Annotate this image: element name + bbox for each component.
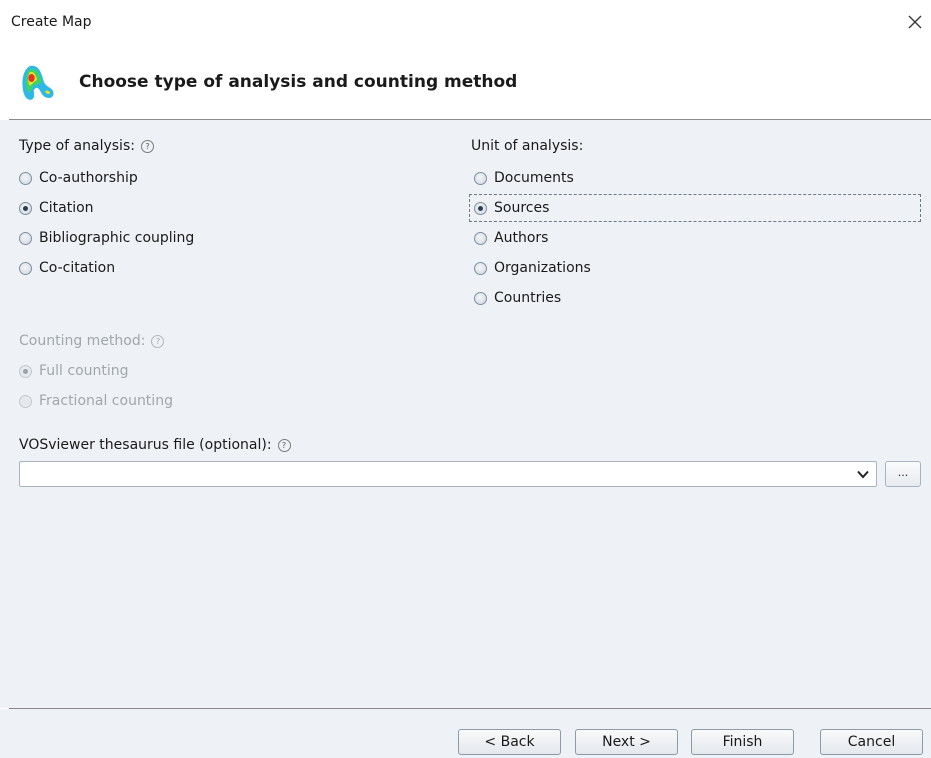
radio-organizations[interactable]: Organizations	[474, 258, 591, 278]
finish-button[interactable]: Finish	[691, 729, 794, 755]
focus-indicator	[469, 194, 921, 222]
vosviewer-logo-icon	[18, 60, 58, 104]
radio-button[interactable]	[474, 261, 487, 275]
unit-of-analysis-label: Unit of analysis:	[471, 138, 584, 154]
back-button[interactable]: < Back	[458, 729, 561, 755]
thesaurus-label: VOSviewer thesaurus file (optional):?	[19, 437, 291, 453]
radio-button[interactable]	[19, 171, 32, 185]
type-of-analysis-text: Type of analysis:	[19, 138, 135, 154]
radio-label: Documents	[494, 170, 574, 186]
chevron-down-icon[interactable]	[855, 466, 871, 482]
radio-button[interactable]	[474, 171, 487, 185]
radio-button-selected[interactable]	[19, 201, 32, 215]
type-of-analysis-group: Co-authorship Citation Bibliographic cou…	[19, 168, 194, 278]
thesaurus-text: VOSviewer thesaurus file (optional):	[19, 437, 272, 453]
counting-method-text: Counting method:	[19, 333, 146, 349]
radio-button[interactable]	[19, 394, 32, 408]
radio-bibliographic-coupling[interactable]: Bibliographic coupling	[19, 228, 194, 248]
radio-citation[interactable]: Citation	[19, 198, 194, 218]
title-bar	[0, 8, 931, 38]
close-button[interactable]	[903, 9, 927, 35]
radio-label: Co-citation	[39, 260, 116, 276]
radio-label: Fractional counting	[39, 393, 173, 409]
radio-authors[interactable]: Authors	[474, 228, 591, 248]
thesaurus-file-combo[interactable]	[19, 461, 877, 487]
help-icon[interactable]: ?	[151, 334, 165, 348]
counting-method-group: Full counting Fractional counting	[19, 361, 173, 411]
radio-full-counting[interactable]: Full counting	[19, 361, 173, 381]
radio-button[interactable]	[474, 291, 487, 305]
radio-label: Co-authorship	[39, 170, 138, 186]
radio-countries[interactable]: Countries	[474, 288, 591, 308]
background-strip	[0, 0, 931, 8]
type-of-analysis-label: Type of analysis:?	[19, 138, 154, 154]
radio-label: Bibliographic coupling	[39, 230, 195, 246]
radio-button[interactable]	[19, 231, 32, 245]
radio-fractional-counting[interactable]: Fractional counting	[19, 391, 173, 411]
help-icon[interactable]: ?	[140, 139, 154, 153]
window-title: Create Map	[11, 14, 92, 30]
radio-label: Countries	[494, 290, 562, 306]
radio-co-citation[interactable]: Co-citation	[19, 258, 194, 278]
radio-button-selected[interactable]	[19, 364, 32, 378]
radio-label: Organizations	[494, 260, 591, 276]
radio-label: Full counting	[39, 363, 129, 379]
close-icon	[908, 15, 922, 29]
radio-label: Citation	[39, 200, 94, 216]
radio-co-authorship[interactable]: Co-authorship	[19, 168, 194, 188]
unit-of-analysis-group: Documents Sources Authors Organizations …	[474, 168, 591, 308]
counting-method-label: Counting method:?	[19, 333, 165, 349]
radio-button[interactable]	[19, 261, 32, 275]
radio-label: Authors	[494, 230, 549, 246]
help-icon[interactable]: ?	[277, 438, 291, 452]
page-title: Choose type of analysis and counting met…	[79, 72, 518, 92]
browse-button[interactable]: ...	[885, 461, 921, 487]
cancel-button[interactable]: Cancel	[820, 729, 923, 755]
radio-documents[interactable]: Documents	[474, 168, 591, 188]
next-button[interactable]: Next >	[575, 729, 678, 755]
radio-button[interactable]	[474, 231, 487, 245]
